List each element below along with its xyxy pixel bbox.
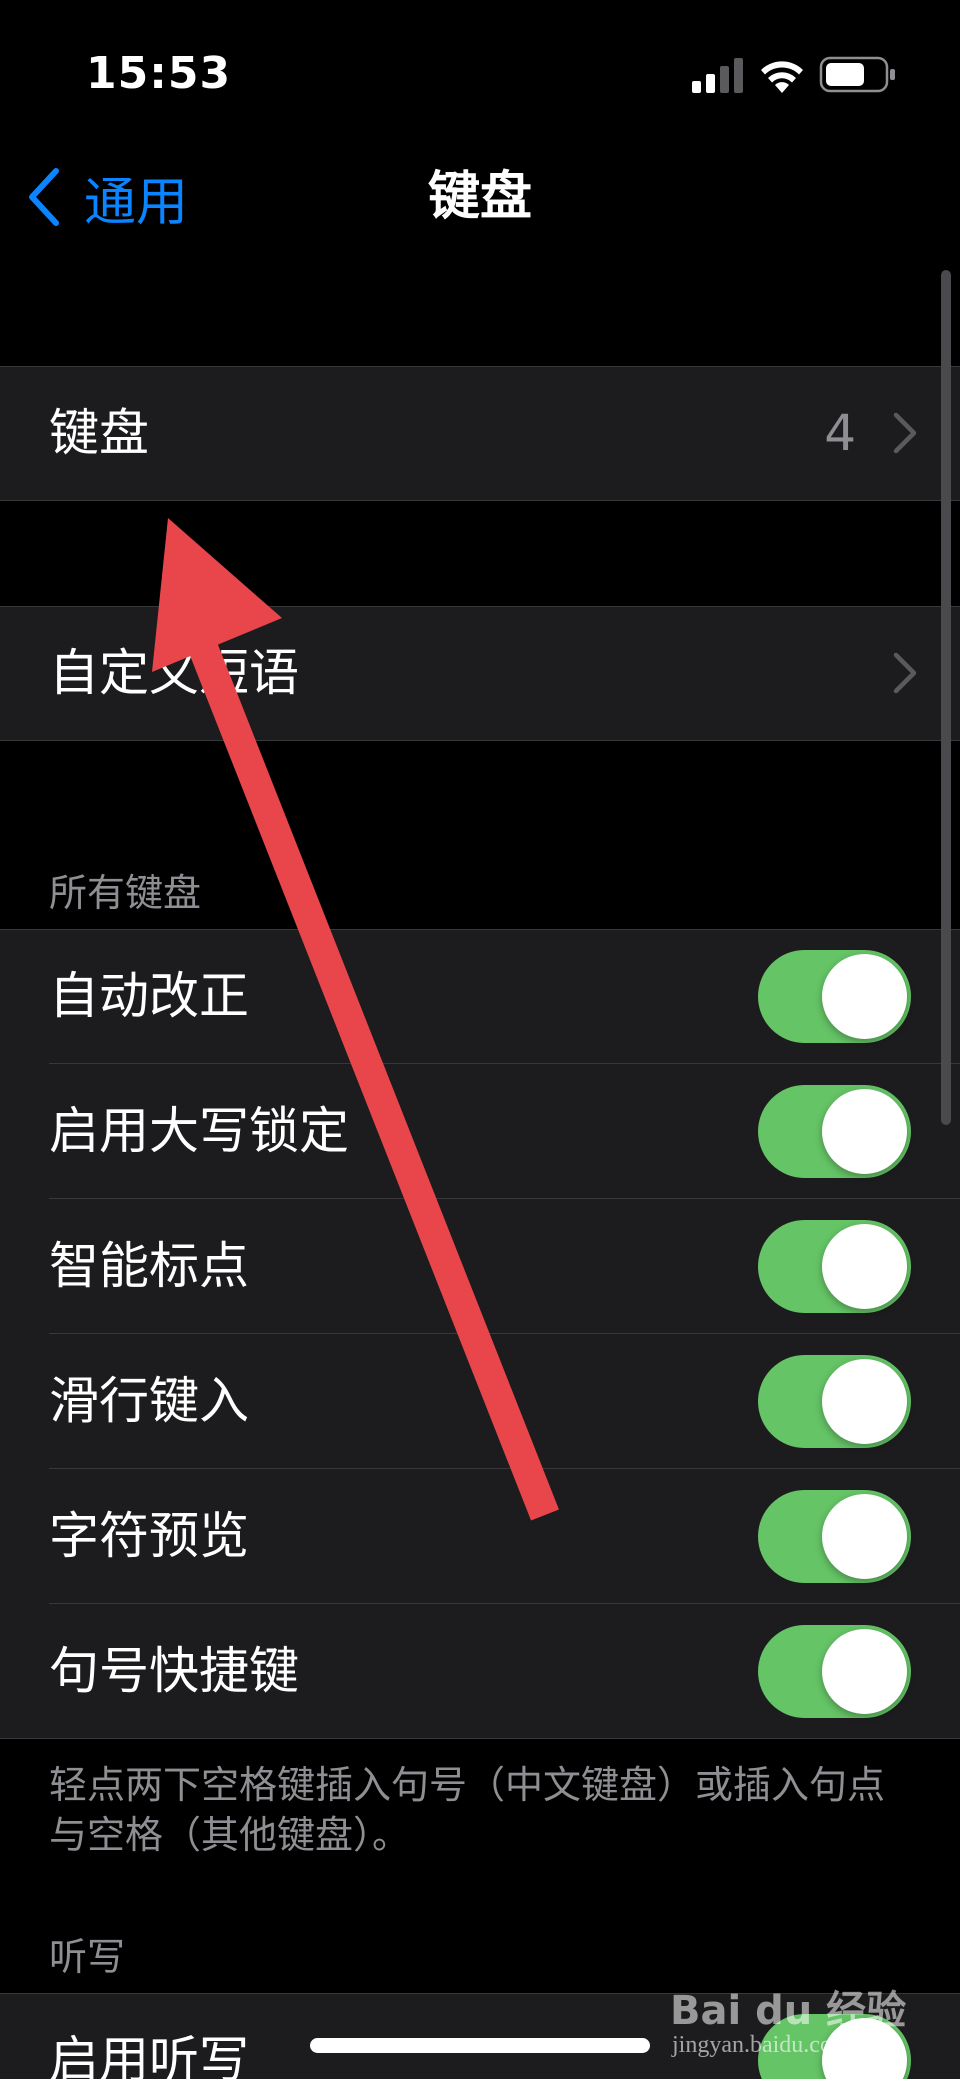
all-keyboards-header: 所有键盘 [49,871,202,915]
toggle-row: 自动改正 [0,929,960,1064]
watermark-site: jingyan.baidu.com [672,2032,851,2058]
toggle-row-label: 滑行键入 [49,1372,249,1430]
toggle-row: 智能标点 [0,1199,960,1334]
toggle-row: 启用大写锁定 [0,1064,960,1199]
toggle-row: 滑行键入 [0,1334,960,1469]
chevron-right-icon [893,412,917,454]
text-replacement-row[interactable]: 自定义短语 [0,606,960,741]
keyboards-row-label: 键盘 [49,404,149,462]
battery-icon [819,56,895,93]
keyboards-group: 键盘 4 [0,366,960,501]
toggle-row-label: 智能标点 [49,1237,249,1295]
watermark: Bai du 经验 jingyan.baidu.com [670,1960,920,2070]
status-time: 15:53 [86,48,232,99]
toggle-row-label: 自动改正 [49,967,249,1025]
signal-icon [692,58,743,93]
text-replacement-group: 自定义短语 [0,606,960,741]
smart-punctuation-toggle[interactable] [758,1220,911,1313]
page-title: 键盘 [427,167,532,227]
text-replacement-label: 自定义短语 [49,644,299,702]
keyboards-row[interactable]: 键盘 4 [0,366,960,501]
watermark-logo: Bai du 经验 [670,1988,907,2034]
status-icons [692,55,912,95]
toggle-row-label: 句号快捷键 [49,1642,299,1700]
home-indicator[interactable] [310,2038,650,2053]
toggle-row-label: 启用大写锁定 [49,1102,349,1160]
dictation-header: 听写 [49,1935,126,1979]
period-shortcut-footer: 轻点两下空格键插入句号（中文键盘）或插入句点与空格（其他键盘）。 [49,1763,886,1857]
slide-to-type-toggle[interactable] [758,1355,911,1448]
toggle-row-label: 启用听写 [49,2031,249,2079]
toggle-row: 字符预览 [0,1469,960,1604]
wifi-icon [761,61,803,93]
caps-lock-toggle[interactable] [758,1085,911,1178]
period-shortcut-toggle[interactable] [758,1625,911,1718]
chevron-right-icon [893,652,917,694]
scrollbar[interactable] [941,270,951,1125]
auto-correction-toggle[interactable] [758,950,911,1043]
all-keyboards-group: 自动改正 启用大写锁定 智能标点 滑行键入 字符预览 句号快捷键 [0,929,960,1739]
toggle-row: 句号快捷键 [0,1604,960,1739]
keyboards-count: 4 [824,404,856,462]
toggle-row-label: 字符预览 [49,1507,249,1565]
character-preview-toggle[interactable] [758,1490,911,1583]
